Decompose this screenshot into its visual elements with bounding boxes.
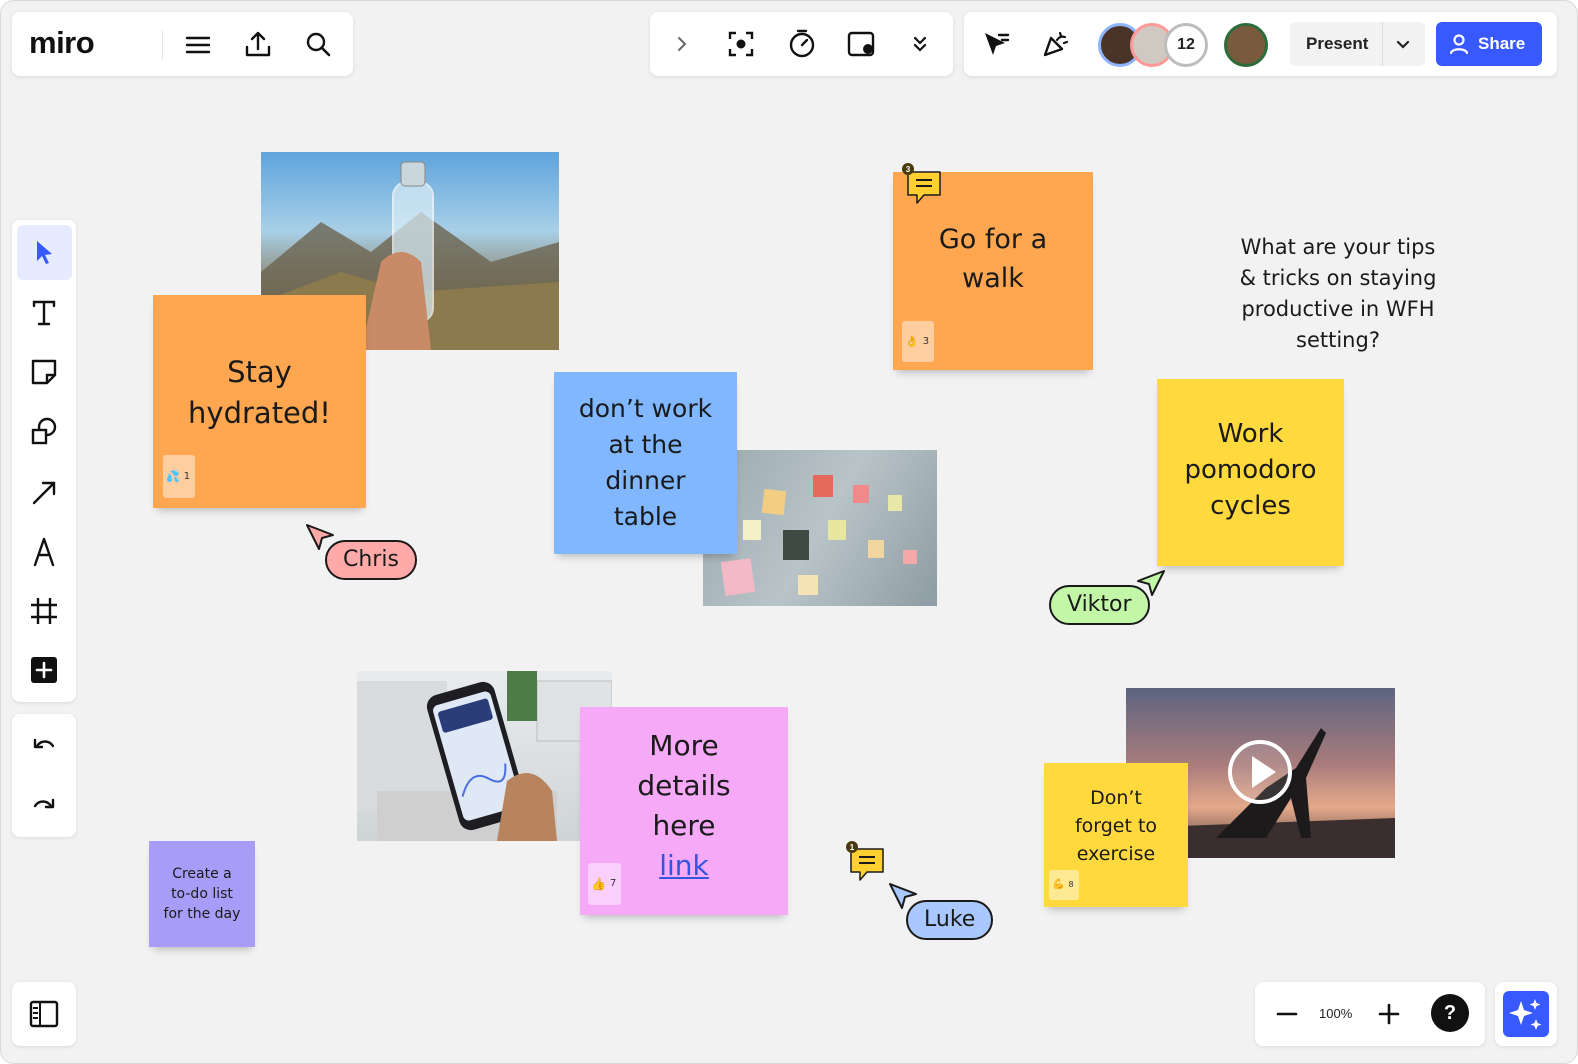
text-tool-icon[interactable]	[29, 298, 59, 328]
sidebar-toggle-panel	[12, 982, 76, 1046]
sidebar-panel-icon[interactable]	[29, 1000, 59, 1028]
sticky-note-tool-icon[interactable]	[29, 357, 59, 387]
sticky-note-text: Go for a walk	[938, 224, 1048, 294]
sticky-note-stay-hydrated[interactable]: Stay hydrated! 💦 1	[153, 295, 366, 508]
sharing-panel: 12 Present Share	[964, 12, 1557, 76]
collaboration-tools-panel	[650, 12, 953, 76]
sticky-note-more-details[interactable]: More details here link 👍 7	[580, 707, 788, 915]
add-more-icon[interactable]	[30, 656, 58, 684]
droplets-emoji-icon: 💦	[166, 470, 180, 483]
hamburger-menu-icon[interactable]	[184, 31, 212, 59]
shapes-tool-icon[interactable]	[29, 416, 59, 446]
participants-count-badge[interactable]: 12	[1164, 23, 1208, 67]
search-icon[interactable]	[304, 30, 332, 58]
zoom-panel: 100% ?	[1255, 982, 1485, 1046]
sticky-note-text: Work pomodoro cycles	[1184, 418, 1317, 521]
board-question-text[interactable]: What are your tips & tricks on staying p…	[1201, 232, 1475, 356]
sticky-note-dinner-table[interactable]: don’t work at the dinner table	[554, 372, 737, 554]
main-menu-panel: miro	[12, 12, 353, 76]
sticky-note-pomodoro[interactable]: Work pomodoro cycles	[1157, 379, 1344, 566]
reaction-badge[interactable]: 👌 3	[902, 321, 935, 362]
chevron-down-icon[interactable]	[1394, 35, 1412, 53]
share-button[interactable]: Share	[1436, 22, 1542, 66]
timer-icon[interactable]	[787, 29, 817, 59]
sticky-note-text: Create a to-do list for the day	[163, 866, 241, 922]
undo-icon[interactable]	[31, 734, 57, 760]
sparkle-ai-icon[interactable]	[1503, 991, 1549, 1037]
help-icon[interactable]: ?	[1431, 994, 1469, 1032]
cursor-follow-icon[interactable]	[980, 28, 1012, 60]
cursor-select-icon	[33, 238, 57, 266]
connection-line-icon[interactable]	[29, 477, 59, 507]
creation-toolbar	[12, 220, 76, 702]
chevron-double-down-icon[interactable]	[909, 32, 931, 56]
sticky-wall-photo[interactable]	[703, 450, 937, 606]
export-icon[interactable]	[243, 29, 273, 59]
details-link[interactable]: link	[637, 846, 730, 886]
zoom-level[interactable]: 100%	[1319, 1006, 1352, 1021]
miro-logo[interactable]: miro	[29, 25, 95, 61]
thumbs-up-emoji-icon: 👍	[591, 877, 606, 891]
collaborator-cursor-label: Chris	[325, 540, 417, 580]
reaction-badge[interactable]: 💦 1	[163, 455, 196, 498]
redo-icon[interactable]	[31, 794, 57, 820]
sticky-note-exercise[interactable]: Don’t forget to exercise 💪 8	[1044, 763, 1188, 907]
sticky-note-text: More details here	[637, 729, 731, 842]
video-chat-icon[interactable]	[846, 29, 878, 59]
sticky-note-todo-list[interactable]: Create a to-do list for the day	[149, 841, 255, 947]
undo-redo-panel	[12, 714, 76, 837]
board-canvas[interactable]: miro 12 Present Share 100% ? Stay hydrat…	[0, 0, 1578, 1064]
flexed-bicep-emoji-icon: 💪	[1052, 879, 1065, 890]
present-button-label: Present	[1306, 34, 1369, 53]
zoom-out-icon[interactable]	[1275, 1002, 1299, 1026]
reaction-badge[interactable]: 💪 8	[1049, 870, 1079, 900]
divider	[162, 30, 163, 60]
comment-count-badge: 3	[902, 163, 914, 175]
user-icon	[1448, 33, 1470, 55]
divider	[1382, 22, 1383, 66]
pen-tool-icon[interactable]	[29, 536, 59, 568]
present-button[interactable]: Present	[1290, 22, 1425, 66]
current-user-avatar[interactable]	[1224, 23, 1268, 67]
play-video-icon[interactable]	[1226, 738, 1294, 806]
share-button-label: Share	[1478, 34, 1526, 53]
phone-app-photo[interactable]	[357, 671, 612, 841]
reaction-badge[interactable]: 👍 7	[588, 863, 622, 905]
zoom-in-icon[interactable]	[1377, 1002, 1401, 1026]
comment-count-badge: 1	[846, 841, 858, 853]
collaborator-cursor-label: Luke	[906, 900, 994, 940]
sticky-note-content: More details here link	[637, 726, 730, 886]
chevron-right-icon[interactable]	[672, 34, 692, 54]
sticky-note-text: Don’t forget to exercise	[1074, 787, 1158, 865]
sticky-note-text: Stay hydrated!	[188, 354, 331, 430]
collaborator-cursor-label: Viktor	[1049, 585, 1150, 625]
frame-tool-icon[interactable]	[29, 596, 59, 626]
focus-frame-icon[interactable]	[726, 29, 756, 59]
ai-assist-panel	[1495, 982, 1557, 1046]
sticky-note-text: don’t work at the dinner table	[578, 394, 713, 531]
celebrate-icon[interactable]	[1040, 28, 1072, 60]
thumbs-up-emoji-icon: 👌	[905, 335, 919, 348]
